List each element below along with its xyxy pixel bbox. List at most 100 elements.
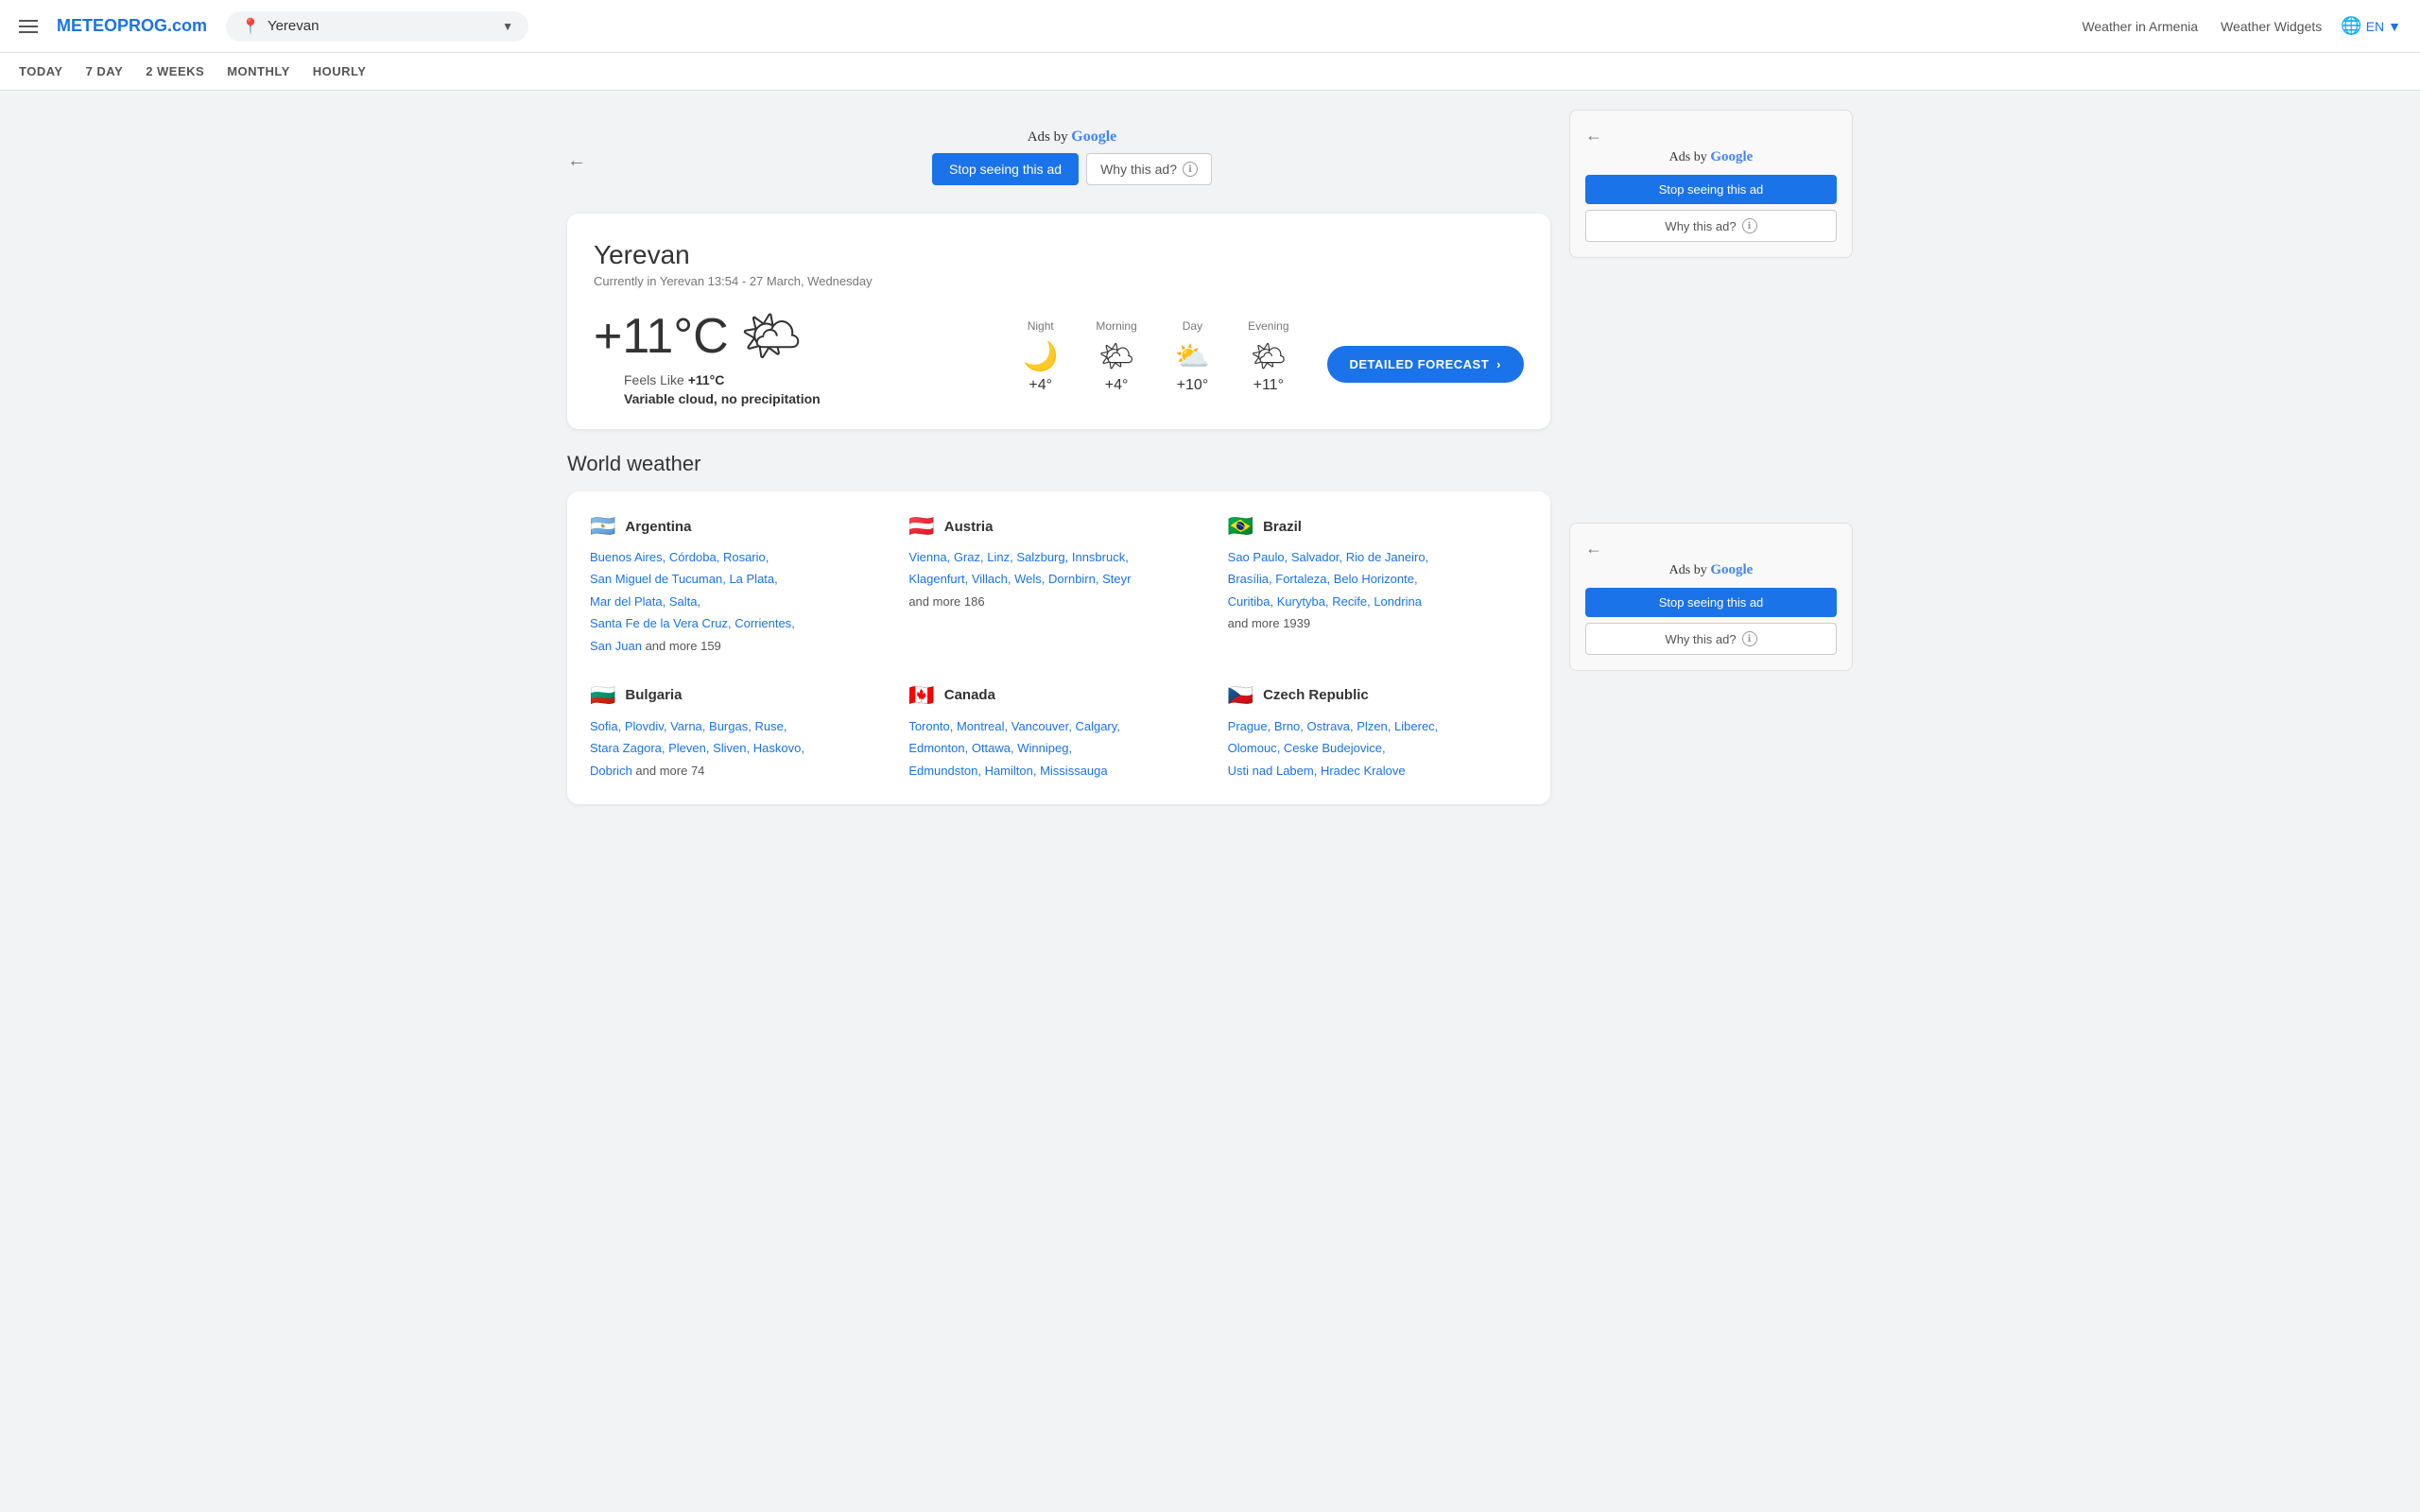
city-link[interactable]: Klagenfurt [908,572,964,586]
location-text: Yerevan [268,18,494,34]
city-link[interactable]: Ostrava [1307,719,1351,733]
logo-text-com: .com [167,16,207,35]
right-why-ad-button-2[interactable]: Why this ad? ℹ [1585,623,1837,655]
detailed-forecast-button[interactable]: DETAILED FORECAST › [1327,346,1525,383]
city-link[interactable]: San Miguel de Tucuman [590,572,722,586]
city-link[interactable]: Varna [670,719,702,733]
city-link[interactable]: Prague [1228,719,1268,733]
city-links-bulgaria: Sofia, Plovdiv, Varna, Burgas, Ruse, Sta… [590,715,890,782]
city-link[interactable]: Brno [1274,719,1300,733]
city-link[interactable]: Plovdiv [625,719,664,733]
city-link[interactable]: Sofia [590,719,618,733]
city-link[interactable]: Vienna [908,550,946,564]
city-link[interactable]: Santa Fe de la Vera Cruz [590,616,728,630]
city-link[interactable]: Innsbruck [1072,550,1125,564]
subnav-monthly[interactable]: MONTHLY [227,53,290,90]
city-link[interactable]: Toronto [908,719,949,733]
city-link[interactable]: Haskovo [753,741,802,755]
city-link[interactable]: Curitiba [1228,594,1270,609]
city-link[interactable]: Sao Paulo [1228,550,1285,564]
subnav-today[interactable]: TODAY [19,53,63,90]
city-link[interactable]: Calgary [1075,719,1116,733]
forecast-evening: Evening 🌤 +11° [1229,319,1307,394]
right-why-ad-button-1[interactable]: Why this ad? ℹ [1585,210,1837,242]
city-link[interactable]: Belo Horizonte [1334,572,1414,586]
city-links-czech: Prague, Brno, Ostrava, Plzen, Liberec, O… [1228,715,1528,782]
location-selector[interactable]: 📍 Yerevan ▼ [226,11,528,42]
lang-arrow-icon: ▼ [2388,19,2401,34]
country-header-argentina: 🇦🇷 Argentina [590,514,890,539]
city-link[interactable]: Ottawa [972,741,1011,755]
right-column: ← Ads by Google Stop seeing this ad Why … [1569,110,1853,804]
city-link[interactable]: Liberec [1394,719,1435,733]
city-link[interactable]: Stara Zagora [590,741,662,755]
forecast-day: Day ⛅ +10° [1156,319,1229,394]
nav-weather-armenia[interactable]: Weather in Armenia [2082,19,2198,34]
forecast-night: Night 🌙 +4° [1004,319,1077,394]
city-link[interactable]: Olomouc [1228,741,1277,755]
city-link[interactable]: Pleven [668,741,706,755]
right-ad-back-arrow-2[interactable]: ← [1585,539,1837,558]
city-link[interactable]: Kurytyba [1277,594,1325,609]
city-link[interactable]: Usti nad Labem [1228,764,1314,778]
subnav-7day[interactable]: 7 DAY [86,53,124,90]
city-link[interactable]: Mississauga [1040,764,1108,778]
top-stop-ad-button[interactable]: Stop seeing this ad [932,153,1079,185]
city-link[interactable]: Sliven [713,741,746,755]
city-link[interactable]: Graz [954,550,980,564]
city-link[interactable]: Córdoba [669,550,717,564]
right-ad-label-1: Ads by Google [1585,149,1837,165]
right-ad-back-arrow-1[interactable]: ← [1585,126,1837,146]
temperature-value: +11°C [594,308,729,365]
hamburger-menu[interactable] [19,20,38,33]
weather-description: Variable cloud, no precipitation [624,391,821,406]
city-link[interactable]: Rio de Janeiro [1346,550,1426,564]
city-link[interactable]: Hradec Kralove [1321,764,1406,778]
city-link[interactable]: Brasília [1228,572,1269,586]
city-link[interactable]: Ceske Budejovice [1284,741,1382,755]
country-name-czech: Czech Republic [1263,687,1369,703]
city-link[interactable]: Winnipeg [1017,741,1068,755]
city-link[interactable]: Burgas [709,719,748,733]
subnav-hourly[interactable]: HOURLY [313,53,367,90]
right-stop-ad-button-2[interactable]: Stop seeing this ad [1585,588,1837,617]
city-link[interactable]: Linz [987,550,1010,564]
city-link[interactable]: Rosario [723,550,766,564]
city-link[interactable]: Ruse [754,719,783,733]
nav-weather-widgets[interactable]: Weather Widgets [2221,19,2322,34]
weather-icon: 🌤 [740,307,803,365]
city-link[interactable]: Montreal [957,719,1005,733]
country-header-canada: 🇨🇦 Canada [908,683,1208,708]
right-info-icon-1: ℹ [1742,218,1757,233]
city-link[interactable]: Buenos Aires [590,550,663,564]
city-link[interactable]: Edmonton [908,741,964,755]
city-link[interactable]: Salzburg [1016,550,1064,564]
right-stop-ad-button-1[interactable]: Stop seeing this ad [1585,175,1837,204]
city-link[interactable]: San Juan [590,639,642,653]
city-link[interactable]: Plzen [1357,719,1388,733]
forecast-morning: Morning 🌤 +4° [1077,319,1155,394]
city-link[interactable]: Mar del Plata [590,594,663,609]
top-why-ad-button[interactable]: Why this ad? ℹ [1086,153,1212,185]
city-link[interactable]: La Plata [729,572,774,586]
city-link[interactable]: Salvador [1291,550,1340,564]
subnav-2weeks[interactable]: 2 WEEKS [146,53,204,90]
city-links-argentina: Buenos Aires, Córdoba, Rosario, San Migu… [590,546,890,657]
city-link[interactable]: Salta [669,594,698,609]
city-link[interactable]: Recife [1332,594,1367,609]
top-ad-back-arrow[interactable]: ← [567,150,586,172]
city-link[interactable]: Fortaleza [1275,572,1326,586]
city-link[interactable]: Dornbirn [1048,572,1096,586]
city-link[interactable]: Wels [1014,572,1042,586]
city-link[interactable]: Vancouver [1011,719,1068,733]
city-link[interactable]: Londrina [1374,594,1422,609]
city-link[interactable]: Steyr [1102,572,1131,586]
dropdown-arrow-icon: ▼ [502,20,513,33]
city-link[interactable]: Dobrich [590,764,632,778]
globe-icon: 🌐 [2341,16,2361,36]
city-link[interactable]: Hamilton [985,764,1033,778]
city-link[interactable]: Villach [972,572,1008,586]
city-link[interactable]: Corrientes [735,616,791,630]
language-selector[interactable]: 🌐 EN ▼ [2341,16,2401,36]
city-link[interactable]: Edmundston [908,764,977,778]
